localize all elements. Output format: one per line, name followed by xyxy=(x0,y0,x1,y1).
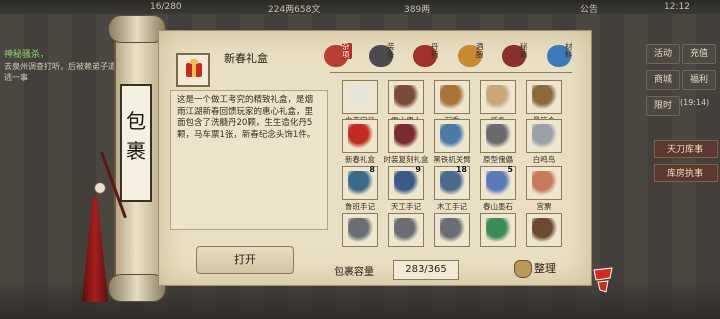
inventory-slot[interactable] xyxy=(480,80,516,114)
category-label: 丹药 xyxy=(431,42,439,59)
item-label: 原型傀儡 xyxy=(483,155,513,164)
welfare-button[interactable]: 福利 xyxy=(682,70,716,90)
item-label: 鲁班手记 xyxy=(345,202,375,211)
silver-value: 224两658文 xyxy=(268,5,321,15)
capacity-label: 包裹容量 xyxy=(334,267,374,278)
hoe-icon xyxy=(440,218,466,242)
tiandao-affairs-button[interactable]: 天刀库事 xyxy=(654,140,718,158)
pickaxe-icon xyxy=(394,218,420,242)
inventory-slot[interactable] xyxy=(434,119,470,153)
shop-button[interactable]: 商城 xyxy=(646,70,680,90)
activity-button[interactable]: 活动 xyxy=(646,44,680,64)
item-label: 宫票 xyxy=(536,202,552,211)
inventory-slot[interactable] xyxy=(480,213,516,247)
inventory-slot[interactable] xyxy=(388,80,424,114)
category-label: 装备 xyxy=(387,42,395,59)
category-tab-3[interactable]: 酒酿 xyxy=(456,43,488,71)
item-count: 5 xyxy=(507,165,513,174)
category-label: 酒酿 xyxy=(476,42,484,59)
sort-button[interactable]: 整理 xyxy=(512,257,570,281)
inventory-slot[interactable] xyxy=(526,119,562,153)
inventory-slot[interactable]: 5 xyxy=(480,165,516,200)
category-tab-5[interactable]: 材料 xyxy=(545,43,577,71)
inventory-title: 包裹 xyxy=(120,84,152,202)
inventory-slot[interactable] xyxy=(388,119,424,153)
jade-stick-icon xyxy=(486,218,512,242)
incense-icon xyxy=(440,85,466,109)
prayer-beads-icon xyxy=(532,218,558,242)
clock: 12:12 xyxy=(664,2,690,12)
announcement-button[interactable]: 公告 xyxy=(580,2,598,15)
inventory-slot[interactable] xyxy=(434,80,470,114)
game-logo-seal xyxy=(590,264,616,294)
gift-box-icon xyxy=(186,59,202,77)
top-status-bar: 16/280 224两658文 389两 公告 12:12 xyxy=(0,0,720,15)
item-label: 春山墨石 xyxy=(483,202,513,211)
inventory-slot[interactable] xyxy=(342,213,378,247)
axe-icon xyxy=(348,218,374,242)
item-label: 时装复刻礼盒 xyxy=(383,155,429,164)
category-tab-0[interactable]: 杂项 xyxy=(322,43,354,71)
puppet-icon xyxy=(486,124,512,148)
sort-button-label: 整理 xyxy=(534,262,556,275)
recharge-button[interactable]: 充值 xyxy=(682,44,716,64)
inventory-slot[interactable] xyxy=(388,213,424,247)
gold-value: 389两 xyxy=(404,5,431,15)
item-label: 黑铁机关臂 xyxy=(433,155,471,164)
quest-title: 神秘骚杀， xyxy=(4,50,50,60)
category-tab-1[interactable]: 装备 xyxy=(367,43,399,71)
ticket-icon xyxy=(532,171,558,195)
ore-icon xyxy=(486,171,512,195)
bird-icon xyxy=(532,124,558,148)
inventory-slot[interactable] xyxy=(342,80,378,114)
doll-icon xyxy=(394,85,420,109)
limited-button[interactable]: 限时 xyxy=(646,96,680,116)
paper-note-icon xyxy=(486,85,512,109)
inventory-slot[interactable]: 18 xyxy=(434,165,470,200)
item-label: 天工手记 xyxy=(391,202,421,211)
mechanical-arm-icon xyxy=(440,124,466,148)
category-tab-2[interactable]: 丹药 xyxy=(411,43,443,71)
book-icon xyxy=(394,171,420,195)
selected-item-name: 新春礼盒 xyxy=(224,52,268,65)
category-label: 材料 xyxy=(565,42,573,59)
quest-body: 去泉州调查打听，后被赖弟子遣逃一事 xyxy=(4,62,116,82)
fashion-box-icon xyxy=(394,124,420,148)
selected-item-icon xyxy=(176,53,210,87)
limited-timer: (19:14) xyxy=(680,98,710,107)
category-tab-4[interactable]: 秘籍 xyxy=(500,43,532,71)
item-label: 白鸣鸟 xyxy=(532,155,556,164)
inventory-slot[interactable] xyxy=(526,166,562,200)
quest-tracker[interactable]: 神秘骚杀， 去泉州调查打听，后被赖弟子遣逃一事 xyxy=(4,50,116,83)
open-button[interactable]: 打开 xyxy=(196,246,294,274)
item-label: 新春礼盒 xyxy=(345,155,375,164)
item-count: 9 xyxy=(415,165,421,174)
inventory-slot[interactable] xyxy=(342,119,378,153)
tassel-bead xyxy=(94,182,106,194)
inventory-slot[interactable]: 9 xyxy=(388,165,424,200)
item-label: 木工手记 xyxy=(437,202,467,211)
category-label: 杂项 xyxy=(342,43,352,59)
gift-box-icon xyxy=(348,124,374,148)
storehouse-steward-button[interactable]: 库房执事 xyxy=(654,164,718,182)
inventory-slot[interactable] xyxy=(434,213,470,247)
book-icon xyxy=(348,171,374,195)
inventory-slot[interactable] xyxy=(480,119,516,153)
inventory-slot[interactable]: 8 xyxy=(342,165,378,200)
item-count: 18 xyxy=(455,165,467,174)
token-icon xyxy=(532,85,558,109)
stamina-value: 16/280 xyxy=(150,2,182,12)
item-description: 这是一个做工考究的精致礼盒，是烟雨江湖新春回馈玩家的惠心礼盒，里面包含了洗髓丹2… xyxy=(170,90,328,230)
inventory-slot[interactable] xyxy=(526,80,562,114)
bag-icon xyxy=(514,260,532,278)
book-icon xyxy=(440,171,466,195)
capacity-value: 283/365 xyxy=(393,260,459,280)
category-label: 秘籍 xyxy=(520,42,528,59)
item-count: 8 xyxy=(369,165,375,174)
inventory-slot[interactable] xyxy=(526,213,562,247)
horse-icon xyxy=(348,85,374,109)
